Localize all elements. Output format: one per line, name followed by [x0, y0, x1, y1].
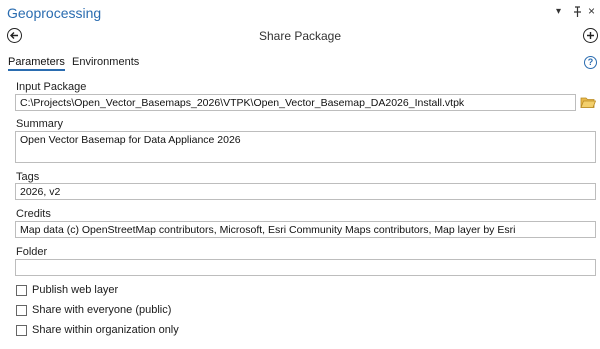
share-organization-label: Share within organization only	[32, 324, 179, 336]
summary-label: Summary	[16, 118, 64, 130]
tags-field[interactable]: 2026, v2	[15, 183, 596, 200]
share-everyone-checkbox[interactable]	[16, 305, 27, 316]
publish-web-layer-label: Publish web layer	[32, 284, 119, 296]
share-organization-checkbox[interactable]	[16, 325, 27, 336]
tool-title: Share Package	[258, 29, 342, 43]
tab-environments[interactable]: Environments	[72, 56, 139, 68]
input-package-label: Input Package	[16, 81, 87, 93]
share-everyone-label: Share with everyone (public)	[32, 304, 172, 316]
publish-web-layer-checkbox[interactable]	[16, 285, 27, 296]
tool-header: Share Package	[0, 26, 600, 48]
tags-label: Tags	[16, 171, 40, 183]
credits-field[interactable]: Map data (c) OpenStreetMap contributors,…	[15, 221, 596, 238]
folder-label: Folder	[16, 246, 48, 258]
tab-parameters[interactable]: Parameters	[8, 56, 65, 71]
credits-label: Credits	[16, 208, 51, 220]
pane-title-bar: Geoprocessing ▾ ×	[0, 0, 600, 26]
folder-field[interactable]	[15, 259, 596, 276]
pin-icon[interactable]	[573, 6, 582, 20]
help-icon[interactable]: ?	[584, 56, 597, 69]
close-icon[interactable]: ×	[588, 4, 595, 18]
plus-icon[interactable]	[583, 28, 598, 43]
folder-browse-icon[interactable]	[580, 95, 597, 109]
pane-title: Geoprocessing	[7, 5, 102, 21]
summary-field[interactable]: Open Vector Basemap for Data Appliance 2…	[15, 131, 596, 163]
input-package-field[interactable]: C:\Projects\Open_Vector_Basemaps_2026\VT…	[15, 94, 576, 111]
chevron-down-icon[interactable]: ▾	[556, 6, 561, 17]
